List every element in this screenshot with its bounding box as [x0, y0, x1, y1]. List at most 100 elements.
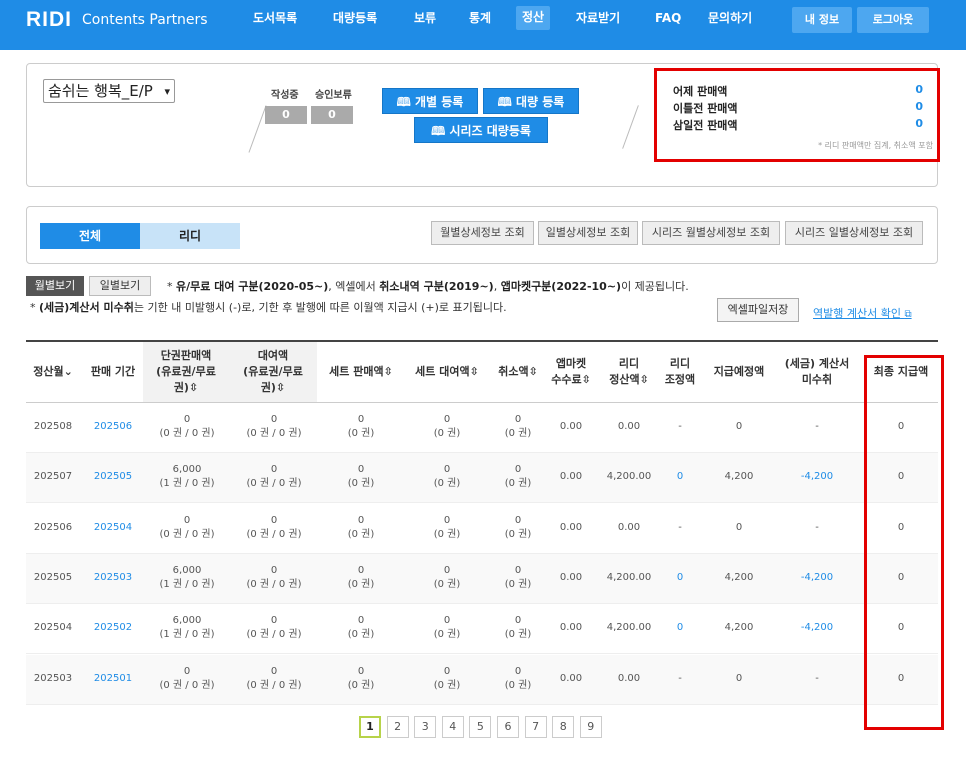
- external-link-icon: ⧉: [904, 309, 912, 320]
- excel-save-button[interactable]: 엑셀파일저장: [717, 298, 799, 322]
- cell-single: 0 (0 권 / 0 권): [159, 665, 215, 691]
- page-4-button[interactable]: 4: [441, 716, 464, 738]
- th-month[interactable]: 정산월⌄: [28, 364, 78, 380]
- sales-label-yesterday: 어제 판매액: [673, 85, 728, 98]
- cell-cancel: 0 (0 권): [504, 615, 532, 641]
- cell-set-sale: 0 (0 권): [347, 464, 375, 490]
- bulk-register-label: 대량 등록: [516, 95, 565, 109]
- nav-stats[interactable]: 통계: [469, 12, 491, 36]
- table-row: 202508 202506 0 (0 권 / 0 권) 0 (0 권 / 0 권) 0 (0 …: [26, 403, 938, 453]
- page-3-button[interactable]: 3: [414, 716, 437, 738]
- nav-bulk-register[interactable]: 대량등록: [333, 12, 377, 36]
- cell-adj[interactable]: 0: [656, 571, 704, 585]
- page-2-button[interactable]: 2: [386, 716, 409, 738]
- cell-period[interactable]: 202506: [82, 420, 144, 434]
- cell-single: 6,000 (1 권 / 0 권): [159, 564, 215, 590]
- cell-set-sale: 0 (0 권): [347, 665, 375, 691]
- single-register-button[interactable]: 🕮 개별 등록: [382, 88, 478, 114]
- th-set-rental[interactable]: 세트 대여액⇳: [404, 364, 490, 380]
- table-row: 202505 202503 6,000 (1 권 / 0 권) 0 (0 권 / 0 권)…: [26, 553, 938, 604]
- cell-period[interactable]: 202501: [82, 672, 144, 686]
- daily-detail-button[interactable]: 일별상세정보 조회: [538, 221, 638, 245]
- cell-app: 0.00: [559, 421, 583, 432]
- cell-adj[interactable]: 0: [656, 621, 704, 635]
- cell-period[interactable]: 202502: [82, 621, 144, 635]
- ridi-logo[interactable]: RIDI: [26, 8, 72, 32]
- hold-count[interactable]: 0: [311, 106, 353, 124]
- tab-all[interactable]: 전체: [40, 223, 140, 249]
- bulk-register-button[interactable]: 🕮 대량 등록: [483, 88, 579, 114]
- th-ridi-settle[interactable]: 리디 정산액⇳: [598, 356, 660, 388]
- series-monthly-detail-button[interactable]: 시리즈 월별상세정보 조회: [642, 221, 780, 245]
- series-daily-detail-button[interactable]: 시리즈 일별상세정보 조회: [785, 221, 923, 245]
- page-5-button[interactable]: 5: [469, 716, 492, 738]
- divider: [622, 105, 639, 149]
- cell-set-rent: 0 (0 권): [433, 665, 461, 691]
- cell-tax[interactable]: -4,200: [774, 621, 860, 635]
- nav-book-list[interactable]: 도서목록: [253, 12, 297, 36]
- daily-view-button[interactable]: 일별보기: [89, 276, 151, 296]
- my-info-button[interactable]: 내 정보: [792, 7, 852, 33]
- cell-adj[interactable]: 0: [656, 470, 704, 484]
- monthly-detail-button[interactable]: 월별상세정보 조회: [431, 221, 534, 245]
- sales-value-two-days: 0: [915, 100, 923, 113]
- cell-single: 0 (0 권 / 0 권): [159, 514, 215, 540]
- cell-tax[interactable]: -4,200: [774, 470, 860, 484]
- cell-cancel: 0 (0 권): [504, 514, 532, 540]
- nav-faq[interactable]: FAQ: [655, 12, 681, 36]
- cell-cancel: 0 (0 권): [504, 464, 532, 490]
- cell-tax: -: [815, 672, 819, 684]
- cell-set-sale: 0 (0 권): [347, 615, 375, 641]
- series-bulk-register-label: 시리즈 대량등록: [449, 124, 531, 138]
- th-cancel[interactable]: 취소액⇳: [490, 364, 546, 380]
- th-rental[interactable]: 대여액 (유료권/무료 권)⇳: [231, 348, 315, 396]
- cell-period[interactable]: 202504: [82, 521, 144, 535]
- cell-settle: 0.00: [617, 672, 641, 684]
- page-7-button[interactable]: 7: [524, 716, 547, 738]
- cell-cancel: 0 (0 권): [504, 564, 532, 590]
- cell-period[interactable]: 202503: [82, 571, 144, 585]
- tab-ridi[interactable]: 리디: [140, 223, 240, 249]
- page-8-button[interactable]: 8: [552, 716, 575, 738]
- th-ridi-adjust: 리디 조정액: [664, 357, 696, 386]
- sales-value-yesterday: 0: [915, 83, 923, 96]
- cell-app: 0.00: [559, 571, 583, 583]
- th-single-sales[interactable]: 단권판매액 (유료권/무료 권)⇳: [145, 348, 227, 396]
- cell-set-rent: 0 (0 권): [433, 464, 461, 490]
- series-bulk-register-button[interactable]: 🕮 시리즈 대량등록: [414, 117, 548, 143]
- page-1-button[interactable]: 1: [359, 716, 381, 738]
- logout-button[interactable]: 로그아웃: [857, 7, 929, 33]
- nav-settlement[interactable]: 정산: [516, 6, 551, 30]
- cell-app: 0.00: [559, 672, 583, 684]
- nav-hold[interactable]: 보류: [414, 12, 436, 36]
- cell-set-sale: 0 (0 권): [347, 414, 375, 439]
- cell-period[interactable]: 202505: [82, 470, 144, 484]
- cell-app: 0.00: [559, 521, 583, 533]
- cell-month: 202506: [33, 521, 73, 533]
- cell-planned: 0: [735, 672, 743, 684]
- book-select[interactable]: 숨쉬는 행복_E/P ▾: [43, 79, 175, 103]
- cell-rent: 0 (0 권 / 0 권): [246, 665, 302, 691]
- th-app-fee[interactable]: 앱마켓 수수료⇳: [544, 356, 598, 388]
- nav-downloads[interactable]: 자료받기: [576, 12, 620, 36]
- final-payment-highlight: [864, 355, 944, 730]
- reverse-invoice-link[interactable]: 역발행 계산서 확인 ⧉: [813, 305, 912, 321]
- th-set-sales[interactable]: 세트 판매액⇳: [318, 364, 404, 380]
- cell-tax: -: [815, 521, 819, 533]
- nav-inquiry[interactable]: 문의하기: [708, 12, 752, 36]
- cell-settle: 4,200.00: [606, 471, 652, 483]
- cell-set-sale: 0 (0 권): [347, 514, 375, 540]
- cell-month: 202505: [33, 571, 73, 583]
- writing-count[interactable]: 0: [265, 106, 307, 124]
- monthly-view-button[interactable]: 월별보기: [26, 276, 84, 296]
- cell-settle: 4,200.00: [606, 622, 652, 634]
- page-9-button[interactable]: 9: [579, 716, 602, 738]
- cell-month: 202503: [33, 672, 73, 684]
- sales-note: * 리디 판매액만 집계, 취소액 포함: [818, 141, 933, 150]
- notice-line-2: * (세금)계산서 미수취는 기한 내 미발행시 (-)로, 기한 후 발행에 …: [30, 301, 507, 314]
- page-6-button[interactable]: 6: [497, 716, 519, 738]
- cell-tax[interactable]: -4,200: [774, 571, 860, 585]
- cell-planned: 0: [735, 421, 743, 432]
- notice-line-1: * 유/무료 대여 구분(2020-05~), 엑셀에서 취소내역 구분(201…: [167, 280, 689, 293]
- cell-app: 0.00: [559, 471, 583, 483]
